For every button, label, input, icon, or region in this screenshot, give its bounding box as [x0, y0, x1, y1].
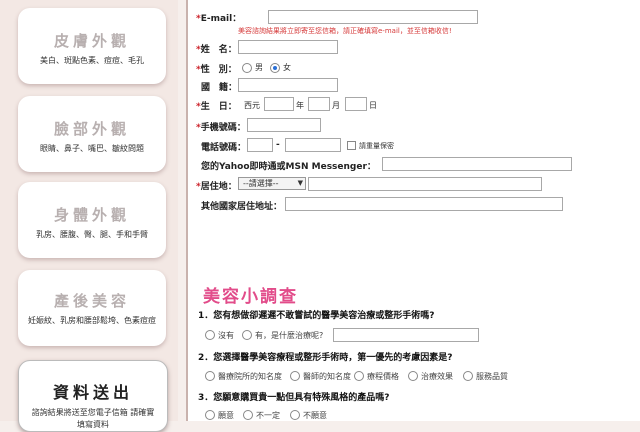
q2-option-1-label: 醫療院所的知名度 [218, 372, 282, 381]
q1-detail-field[interactable] [333, 328, 479, 342]
mobile-field[interactable] [247, 118, 321, 132]
q2-option-3-label: 療程價格 [367, 372, 399, 381]
q1-option-no-radio[interactable] [205, 330, 215, 340]
birth-day-field[interactable] [345, 97, 367, 111]
other-address-label: 其他國家居住地址： [201, 202, 283, 212]
gender-label: *性 別： [196, 65, 237, 75]
question-1: 1．您有想做卻遲遲不敢嘗試的醫學美容治療或整形手術嗎? [198, 311, 435, 321]
gender-female-label: 女 [283, 63, 291, 72]
q3-option-3-label: 不願意 [303, 411, 327, 420]
card-submit[interactable]: 資料送出 諮詢結果將送至您電子信箱 請確實填寫資料 [18, 360, 168, 432]
chevron-down-icon: ▼ [297, 179, 303, 187]
card-face[interactable]: 臉部外觀 眼睛、鼻子、嘴巴、皺紋問題 [18, 96, 166, 172]
im-label: 您的Yahoo即時通或MSN Messenger： [201, 162, 376, 172]
nationality-field[interactable] [238, 78, 338, 92]
card-face-desc: 眼睛、鼻子、嘴巴、皺紋問題 [40, 144, 144, 153]
q2-option-2-radio[interactable] [290, 371, 300, 381]
birth-month-field[interactable] [308, 97, 330, 111]
q2-option-1-radio[interactable] [205, 371, 215, 381]
residence-detail-field[interactable] [308, 177, 542, 191]
nationality-label: 國 籍： [201, 83, 238, 93]
sidebar: 皮膚外觀 美白、斑點色素、痘痘、毛孔 臉部外觀 眼睛、鼻子、嘴巴、皺紋問題 身體… [0, 0, 178, 432]
card-body-title: 身體外觀 [53, 206, 130, 224]
birthday-label: *生 日： [196, 102, 237, 112]
card-body[interactable]: 身體外觀 乳房、腰腹、臀、腿、手和手臂 [18, 182, 166, 258]
question-2: 2．您選擇醫學美容療程或整形手術時，第一優先的考慮因素是? [198, 353, 453, 363]
card-submit-desc: 諮詢結果將送至您電子信箱 請確實填寫資料 [31, 408, 155, 429]
residence-select[interactable]: --請選擇-- ▼ [238, 177, 306, 190]
q2-option-3-radio[interactable] [354, 371, 364, 381]
other-address-field[interactable] [285, 197, 563, 211]
q1-option-no-label: 沒有 [218, 331, 234, 340]
gender-female-radio[interactable] [270, 63, 280, 73]
gender-male-radio[interactable] [242, 63, 252, 73]
q3-option-2-label: 不一定 [256, 411, 280, 420]
q2-option-4-radio[interactable] [408, 371, 418, 381]
birth-year-unit: 年 [296, 101, 304, 110]
q2-option-2-label: 醫師的知名度 [303, 372, 351, 381]
im-field[interactable] [382, 157, 572, 171]
birth-day-unit: 日 [369, 101, 377, 110]
name-field[interactable] [238, 40, 338, 54]
card-submit-title: 資料送出 [52, 383, 133, 402]
mobile-label: *手機號碼： [196, 123, 246, 133]
card-skin-title: 皮膚外觀 [53, 32, 130, 50]
q1-option-yes-radio[interactable] [242, 330, 252, 340]
q1-option-yes-label: 有，是什麼治療呢? [255, 331, 324, 340]
card-postpartum-desc: 妊娠紋、乳房和腰部鬆垮、色素痘痘 [28, 316, 156, 325]
card-body-desc: 乳房、腰腹、臀、腿、手和手臂 [36, 230, 148, 239]
card-postpartum-title: 產後美容 [53, 292, 130, 310]
email-field[interactable] [268, 10, 478, 24]
q3-option-1-label: 願意 [218, 411, 234, 420]
card-skin-desc: 美白、斑點色素、痘痘、毛孔 [40, 56, 144, 65]
birth-year-field[interactable] [264, 97, 294, 111]
q2-option-4-label: 治療效果 [421, 372, 453, 381]
card-face-title: 臉部外觀 [53, 120, 130, 138]
question-3: 3．您願意購買貴一點但具有特殊風格的產品嗎? [198, 393, 390, 403]
phone-label: 電話號碼： [201, 143, 247, 153]
phone-dash: - [276, 140, 280, 150]
phone-number-field[interactable] [285, 138, 341, 152]
q3-option-2-radio[interactable] [243, 410, 253, 420]
phone-private-checkbox[interactable] [347, 141, 356, 150]
card-skin[interactable]: 皮膚外觀 美白、斑點色素、痘痘、毛孔 [18, 8, 166, 84]
residence-select-value: --請選擇-- [243, 179, 279, 188]
phone-area-field[interactable] [247, 138, 273, 152]
residence-label: *居住地： [196, 182, 237, 192]
q3-option-3-radio[interactable] [290, 410, 300, 420]
q2-option-5-radio[interactable] [463, 371, 473, 381]
birth-era: 西元 [244, 101, 260, 110]
email-label: *E-mail： [196, 14, 242, 24]
q3-option-1-radio[interactable] [205, 410, 215, 420]
email-note: 美容諮詢結果將立即寄至您信箱，請正確填寫e-mail，並至信箱收信! [238, 27, 452, 35]
name-label: *姓 名： [196, 45, 237, 55]
gender-male-label: 男 [255, 63, 263, 72]
card-postpartum[interactable]: 產後美容 妊娠紋、乳房和腰部鬆垮、色素痘痘 [18, 270, 166, 346]
q2-option-5-label: 服務品質 [476, 372, 508, 381]
phone-private-label: 請重量保密 [359, 142, 394, 150]
birth-month-unit: 月 [332, 101, 340, 110]
survey-title: 美容小調查 [203, 287, 298, 307]
